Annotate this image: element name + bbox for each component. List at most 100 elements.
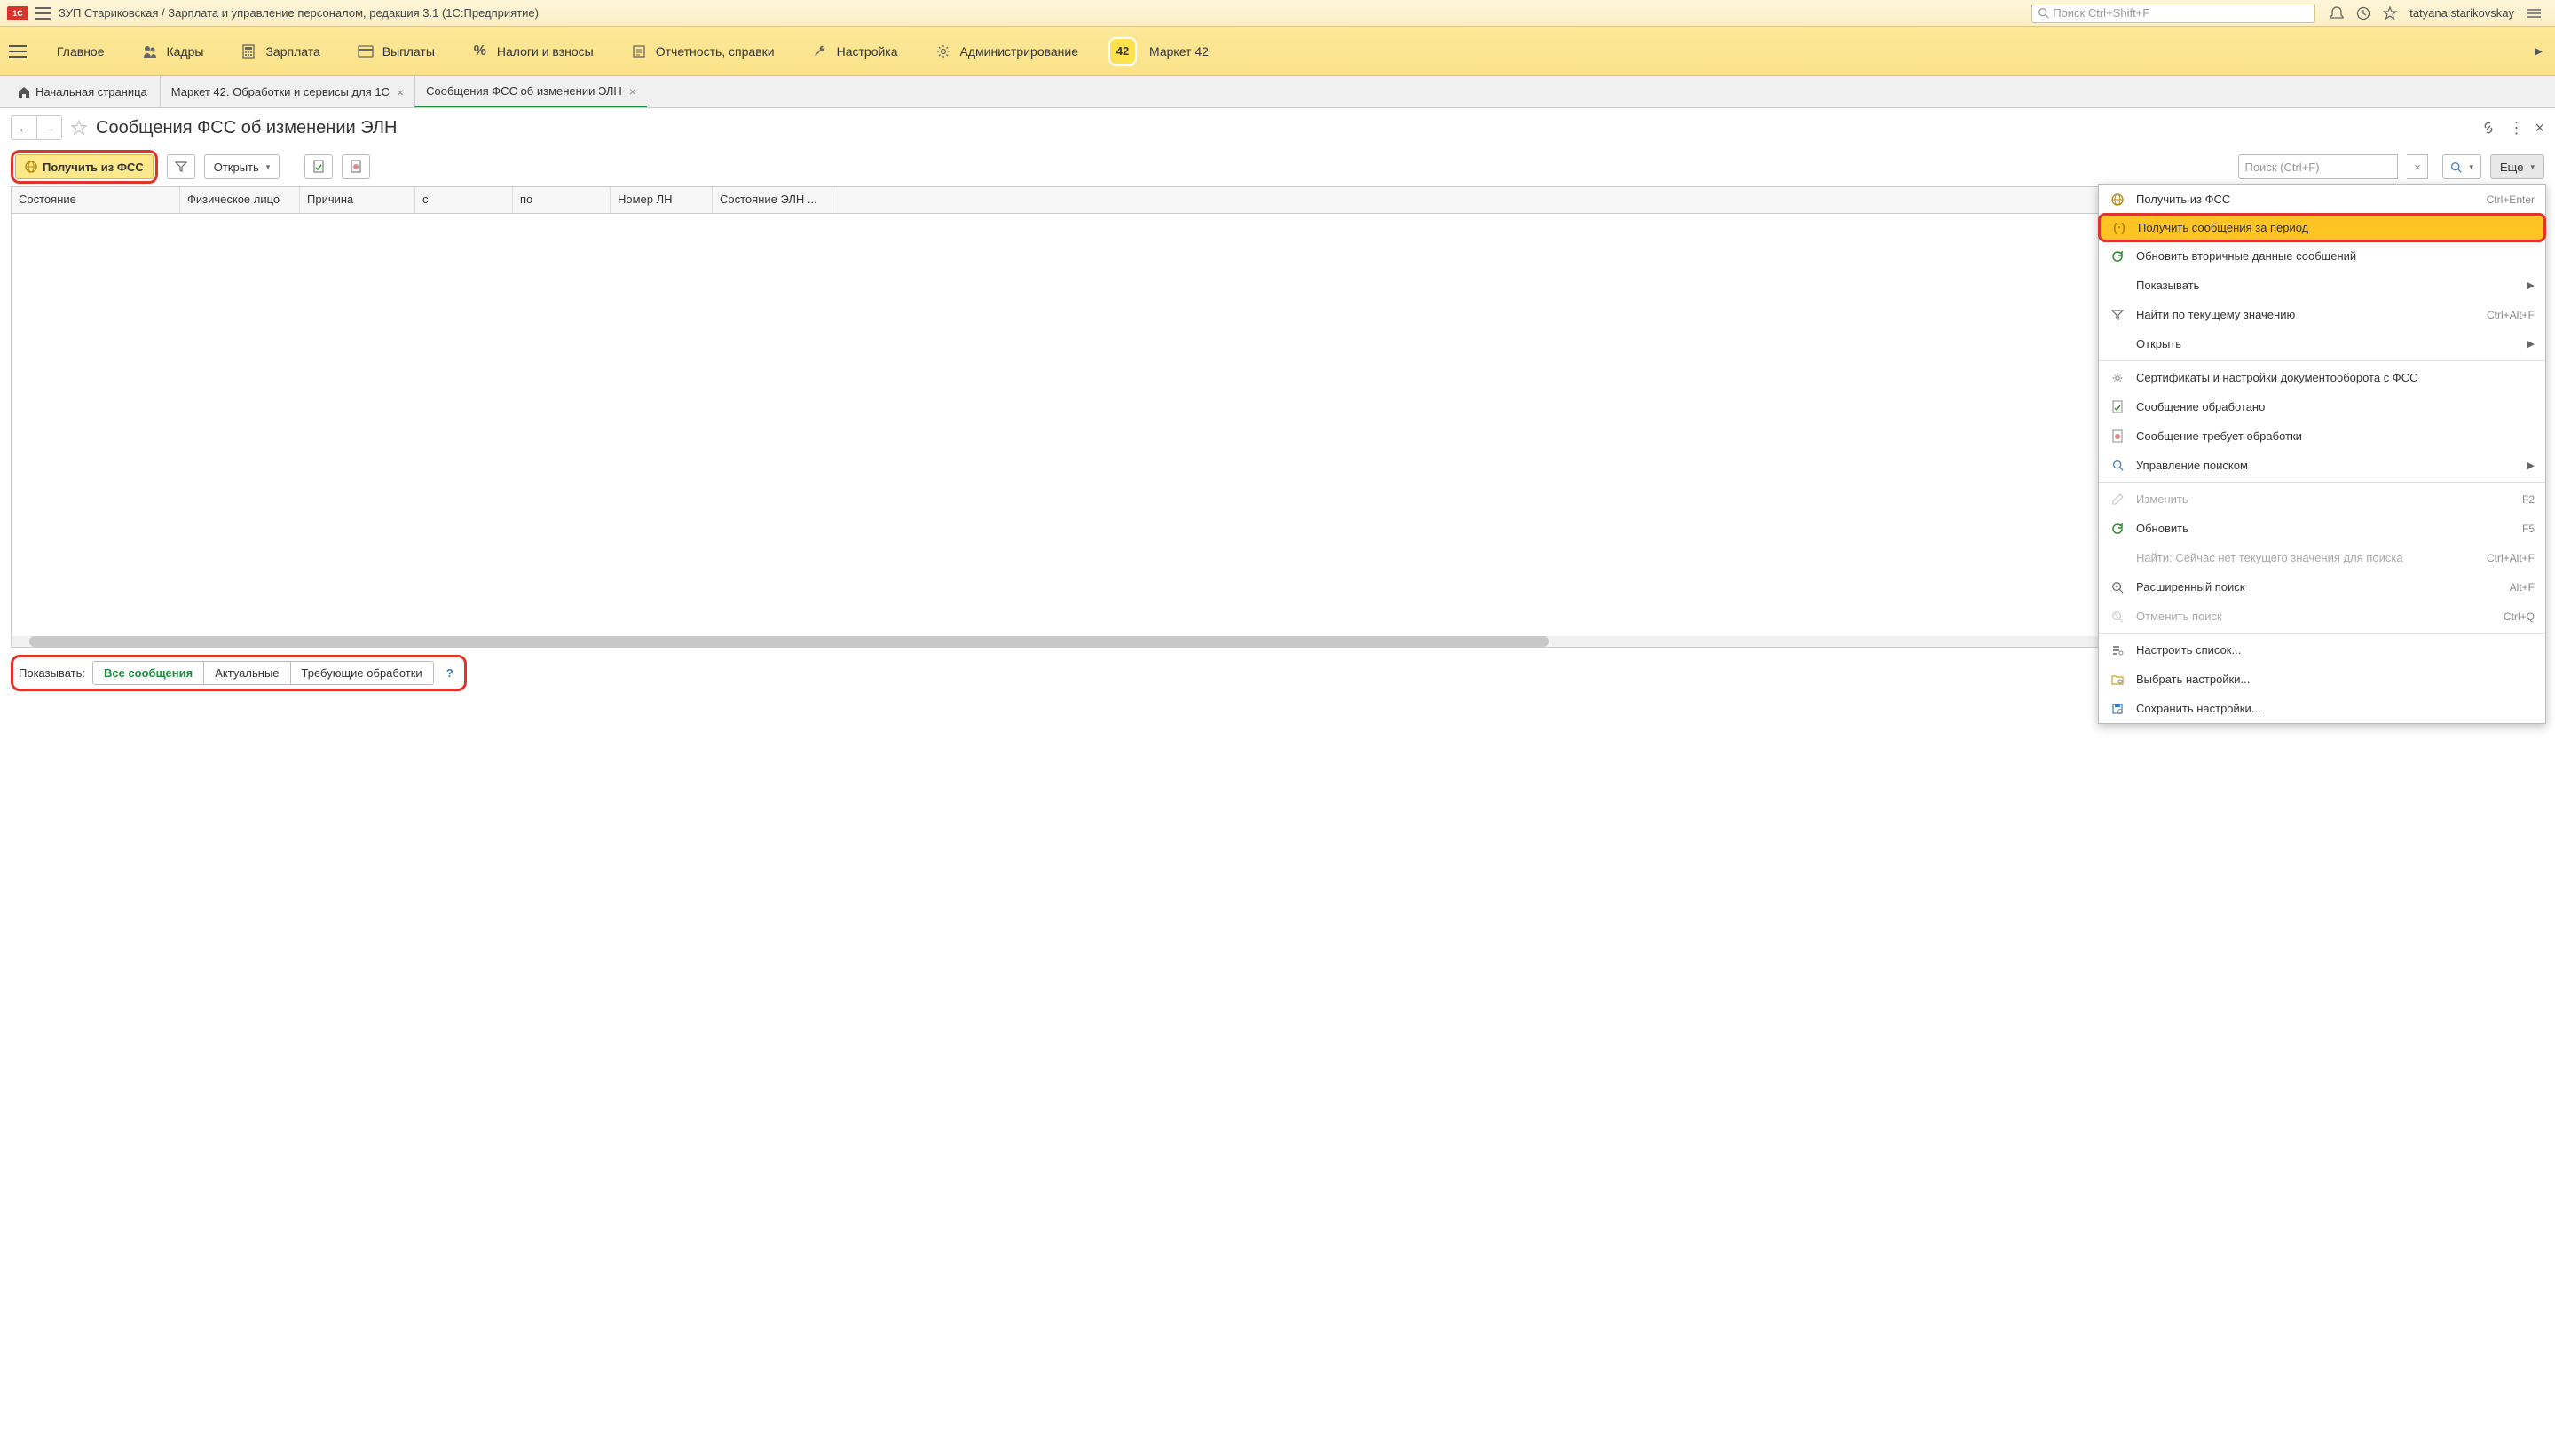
column-state[interactable]: Состояние	[12, 187, 180, 213]
ctx-message-processed[interactable]: Сообщение обработано	[2099, 392, 2545, 421]
menu-salary[interactable]: Зарплата	[225, 36, 335, 67]
menu-main[interactable]: Главное	[41, 37, 121, 66]
separator	[2099, 633, 2545, 634]
sections-menu-icon[interactable]	[9, 45, 27, 58]
more-button[interactable]: Еще ▾	[2490, 154, 2544, 179]
toolbar: Получить из ФСС Открыть ▾ Поиск (Ctrl+F)…	[0, 147, 2555, 186]
ctx-certificates[interactable]: Сертификаты и настройки документооборота…	[2099, 363, 2545, 392]
ctx-save-settings[interactable]: Сохранить настройки...	[2099, 694, 2545, 723]
window-controls-icon[interactable]	[2527, 7, 2541, 20]
menu-market[interactable]: Маркет 42	[1142, 37, 1225, 66]
ctx-show-submenu[interactable]: Показывать ▶	[2099, 271, 2545, 300]
column-person[interactable]: Физическое лицо	[180, 187, 300, 213]
ctx-message-needs-processing[interactable]: Сообщение требует обработки	[2099, 421, 2545, 451]
column-ln-number[interactable]: Номер ЛН	[611, 187, 713, 213]
globe-icon	[25, 161, 37, 173]
folder-gear-icon	[2109, 672, 2125, 688]
search-advanced-icon	[2109, 579, 2125, 595]
search-cancel-icon	[2109, 609, 2125, 625]
separator	[2099, 360, 2545, 361]
search-icon	[2450, 161, 2462, 173]
ctx-choose-settings[interactable]: Выбрать настройки...	[2099, 665, 2545, 694]
close-icon[interactable]: ×	[397, 85, 404, 99]
globe-icon	[2109, 192, 2125, 208]
tab-market[interactable]: Маркет 42. Обработки и сервисы для 1С ×	[160, 76, 414, 107]
menu-taxes[interactable]: % Налоги и взносы	[456, 36, 610, 67]
mark-processed-button[interactable]	[304, 154, 333, 179]
ctx-refresh[interactable]: Обновить F5	[2099, 514, 2545, 543]
home-tab[interactable]: Начальная страница	[5, 76, 160, 107]
nav-back-button[interactable]: ←	[12, 116, 36, 139]
tabs-bar: Начальная страница Маркет 42. Обработки …	[0, 76, 2555, 108]
ctx-refresh-secondary[interactable]: Обновить вторичные данные сообщений	[2099, 241, 2545, 271]
nav-forward-button[interactable]: →	[36, 116, 61, 139]
list-search-input[interactable]: Поиск (Ctrl+F)	[2238, 154, 2398, 179]
wallet-icon	[358, 43, 374, 59]
ctx-search-manage[interactable]: Управление поиском ▶	[2099, 451, 2545, 480]
column-reason[interactable]: Причина	[300, 187, 415, 213]
logo-1c: 1C	[7, 6, 28, 20]
filter-button[interactable]	[167, 154, 195, 179]
open-button[interactable]: Открыть ▾	[204, 154, 280, 179]
search-run-button[interactable]: ▾	[2442, 154, 2481, 179]
history-icon[interactable]	[2356, 6, 2370, 20]
segment-actual[interactable]: Актуальные	[203, 662, 289, 684]
column-eln-state[interactable]: Состояние ЭЛН ...	[713, 187, 832, 213]
user-label[interactable]: tatyana.starikovskay	[2409, 6, 2514, 20]
ctx-find-disabled: Найти: Сейчас нет текущего значения для …	[2099, 543, 2545, 572]
app-menu-icon[interactable]	[35, 7, 51, 20]
search-icon	[2109, 458, 2125, 474]
gear-icon	[2109, 370, 2125, 386]
chevron-down-icon: ▾	[266, 162, 271, 172]
star-icon[interactable]	[2383, 6, 2397, 20]
search-icon	[2038, 7, 2049, 19]
more-vertical-icon[interactable]: ⋮	[2508, 119, 2522, 138]
menu-personnel[interactable]: Кадры	[126, 36, 220, 67]
menu-reports[interactable]: Отчетность, справки	[615, 36, 791, 67]
ctx-configure-list[interactable]: Настроить список...	[2099, 635, 2545, 665]
search-clear-button[interactable]: ×	[2407, 154, 2428, 179]
app-title: ЗУП Стариковская / Зарплата и управление…	[59, 6, 539, 20]
people-icon	[142, 43, 158, 59]
help-icon[interactable]: ?	[441, 666, 459, 680]
notifications-icon[interactable]	[2330, 6, 2344, 20]
signal-icon: (⋅)	[2111, 220, 2127, 236]
column-to[interactable]: по	[513, 187, 611, 213]
column-from[interactable]: с	[415, 187, 513, 213]
ctx-advanced-search[interactable]: Расширенный поиск Alt+F	[2099, 572, 2545, 602]
get-from-fss-button[interactable]: Получить из ФСС	[15, 154, 154, 179]
menu-more-icon[interactable]: ▸	[2531, 42, 2546, 60]
segment-need-processing[interactable]: Требующие обработки	[290, 662, 433, 684]
link-icon[interactable]	[2481, 121, 2496, 135]
main-menu: Главное Кадры Зарплата Выплаты % Налоги …	[0, 27, 2555, 76]
filter-segments: Все сообщения Актуальные Требующие обраб…	[92, 661, 434, 685]
favorite-star-icon[interactable]	[71, 120, 87, 136]
mark-needs-processing-button[interactable]	[342, 154, 370, 179]
chevron-right-icon: ▶	[2527, 460, 2535, 471]
chevron-down-icon: ▾	[2469, 162, 2473, 172]
home-icon	[18, 86, 30, 98]
close-icon[interactable]: ×	[629, 84, 636, 98]
segment-all[interactable]: Все сообщения	[93, 662, 203, 684]
ctx-open-submenu[interactable]: Открыть ▶	[2099, 329, 2545, 358]
refresh-icon	[2109, 521, 2125, 537]
menu-admin[interactable]: Администрирование	[919, 36, 1095, 67]
page-header: ← → Сообщения ФСС об изменении ЭЛН ⋮ ×	[0, 108, 2555, 147]
filter-label: Показывать:	[19, 666, 85, 680]
ctx-get-messages-period[interactable]: (⋅) Получить сообщения за период	[2098, 213, 2546, 242]
market-badge[interactable]: 42	[1108, 37, 1137, 66]
doc-check-icon	[2109, 399, 2125, 415]
doc-check-icon	[312, 160, 325, 174]
menu-payments[interactable]: Выплаты	[342, 36, 451, 67]
filter-icon	[2109, 307, 2125, 323]
list-gear-icon	[2109, 642, 2125, 658]
doc-alert-icon	[2109, 429, 2125, 445]
tab-fss-messages[interactable]: Сообщения ФСС об изменении ЭЛН ×	[414, 76, 647, 107]
ctx-find-current[interactable]: Найти по текущему значению Ctrl+Alt+F	[2099, 300, 2545, 329]
global-search-input[interactable]: Поиск Ctrl+Shift+F	[2031, 4, 2315, 23]
menu-settings[interactable]: Настройка	[796, 36, 914, 67]
chevron-right-icon: ▶	[2527, 279, 2535, 291]
save-gear-icon	[2109, 701, 2125, 717]
close-page-icon[interactable]: ×	[2535, 119, 2544, 138]
ctx-get-from-fss[interactable]: Получить из ФСС Ctrl+Enter	[2099, 185, 2545, 214]
